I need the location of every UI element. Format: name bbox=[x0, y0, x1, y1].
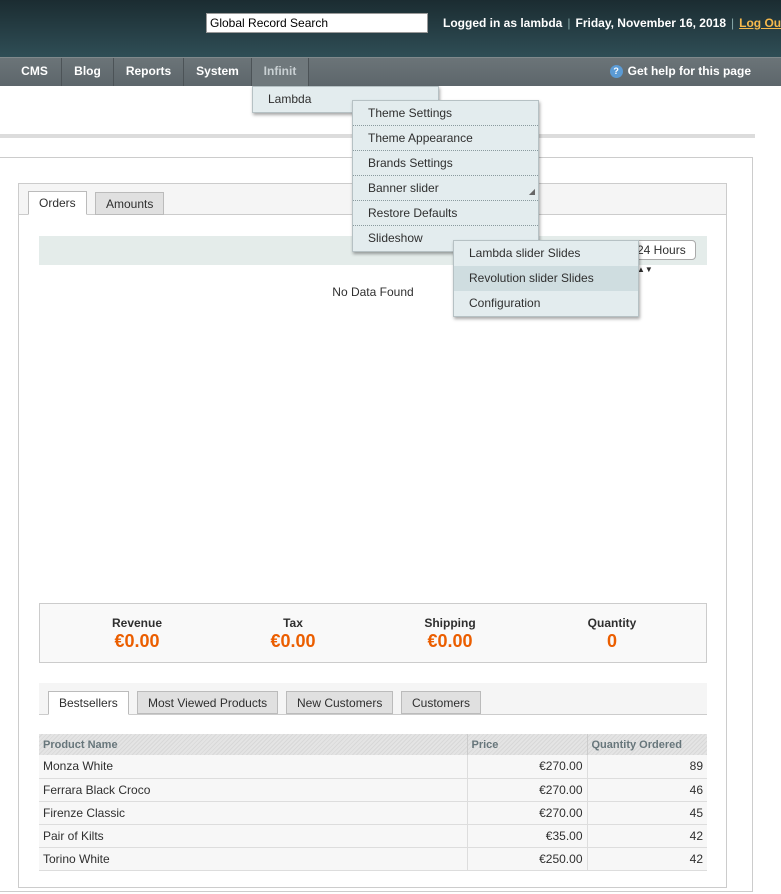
product-name-cell: Torino White bbox=[39, 847, 468, 871]
tab-most-viewed[interactable]: Most Viewed Products bbox=[137, 691, 279, 714]
user-info: Logged in as lambda | Friday, November 16,… bbox=[443, 16, 781, 30]
quantity-cell: 42 bbox=[587, 824, 707, 848]
total-value: €0.00 bbox=[114, 631, 160, 651]
nav-blog[interactable]: Blog bbox=[62, 58, 114, 86]
grid-tabs: Bestsellers Most Viewed Products New Cus… bbox=[39, 683, 707, 715]
table-row[interactable]: Torino White €250.00 42 bbox=[39, 847, 707, 871]
menu-item-theme-settings[interactable]: Theme Settings bbox=[353, 101, 538, 126]
quantity-cell: 42 bbox=[587, 847, 707, 871]
tab-orders[interactable]: Orders bbox=[28, 191, 87, 215]
total-label: Revenue bbox=[111, 616, 163, 630]
table-row[interactable]: Firenze Classic €270.00 45 bbox=[39, 801, 707, 825]
menu-item-restore-defaults[interactable]: Restore Defaults bbox=[353, 201, 538, 226]
menu-item-lambda-slider-slides[interactable]: Lambda slider Slides bbox=[454, 241, 638, 266]
nav-cms[interactable]: CMS bbox=[8, 58, 62, 86]
price-cell: €250.00 bbox=[467, 847, 588, 871]
slideshow-submenu: Lambda slider Slides Revolution slider S… bbox=[453, 240, 639, 317]
quantity-cell: 45 bbox=[587, 801, 707, 825]
total-label: Quantity bbox=[587, 616, 637, 630]
price-cell: €270.00 bbox=[467, 801, 588, 825]
quantity-cell: 46 bbox=[587, 778, 707, 802]
product-name-cell: Monza White bbox=[39, 755, 468, 779]
period-select[interactable]: 24 Hours ▲▼ bbox=[630, 240, 696, 274]
total-label: Shipping bbox=[424, 616, 476, 630]
menu-item-banner-slider[interactable]: Banner slider ◢ bbox=[353, 176, 538, 201]
nav-reports[interactable]: Reports bbox=[114, 58, 184, 86]
menu-item-theme-appearance[interactable]: Theme Appearance bbox=[353, 126, 538, 151]
main-nav: CMS Blog Reports System Infinit ? Get hel… bbox=[0, 57, 781, 86]
logged-in-text: Logged in as lambda bbox=[443, 16, 563, 30]
help-link[interactable]: ? Get help for this page bbox=[609, 64, 751, 78]
tab-bestsellers[interactable]: Bestsellers bbox=[48, 691, 129, 715]
menu-item-brands-settings[interactable]: Brands Settings bbox=[353, 151, 538, 176]
tab-amounts[interactable]: Amounts bbox=[95, 192, 165, 215]
logout-link[interactable]: Log Out bbox=[739, 16, 781, 30]
product-name-cell: Firenze Classic bbox=[39, 801, 468, 825]
price-cell: €35.00 bbox=[467, 824, 588, 848]
table-row[interactable]: Pair of Kilts €35.00 42 bbox=[39, 824, 707, 848]
col-price[interactable]: Price bbox=[467, 734, 588, 755]
total-value: €0.00 bbox=[270, 631, 316, 651]
col-quantity[interactable]: Quantity Ordered bbox=[587, 734, 707, 755]
product-name-cell: Pair of Kilts bbox=[39, 824, 468, 848]
nav-infinit[interactable]: Infinit bbox=[252, 58, 309, 86]
total-value: €0.00 bbox=[427, 631, 473, 651]
product-name-cell: Ferrara Black Croco bbox=[39, 778, 468, 802]
lambda-submenu: Theme Settings Theme Appearance Brands S… bbox=[352, 100, 539, 252]
menu-item-label: Banner slider bbox=[368, 181, 439, 195]
help-label: Get help for this page bbox=[627, 64, 751, 78]
bestsellers-table: Product Name Price Quantity Ordered Monz… bbox=[39, 734, 707, 871]
totals-box: Revenue €0.00 Tax €0.00 Shipping €0.00 Quan… bbox=[39, 603, 707, 663]
global-search-input[interactable] bbox=[206, 13, 428, 33]
nav-system[interactable]: System bbox=[184, 58, 252, 86]
table-row[interactable]: Ferrara Black Croco €270.00 46 bbox=[39, 778, 707, 802]
menu-item-configuration[interactable]: Configuration bbox=[454, 291, 638, 316]
total-value: 0 bbox=[606, 631, 617, 651]
menu-item-revolution-slider-slides[interactable]: Revolution slider Slides bbox=[454, 266, 638, 291]
tab-new-customers[interactable]: New Customers bbox=[286, 691, 394, 714]
tab-customers[interactable]: Customers bbox=[401, 691, 482, 714]
price-cell: €270.00 bbox=[467, 778, 588, 802]
table-row[interactable]: Monza White €270.00 89 bbox=[39, 755, 707, 779]
total-label: Tax bbox=[283, 616, 303, 630]
quantity-cell: 89 bbox=[587, 755, 707, 779]
period-value: 24 Hours bbox=[637, 243, 686, 257]
help-icon: ? bbox=[609, 65, 623, 78]
col-product-name[interactable]: Product Name bbox=[39, 734, 468, 755]
select-arrows-icon: ▲▼ bbox=[637, 265, 653, 274]
price-cell: €270.00 bbox=[467, 755, 588, 779]
date-text: Friday, November 16, 2018 bbox=[575, 16, 727, 30]
